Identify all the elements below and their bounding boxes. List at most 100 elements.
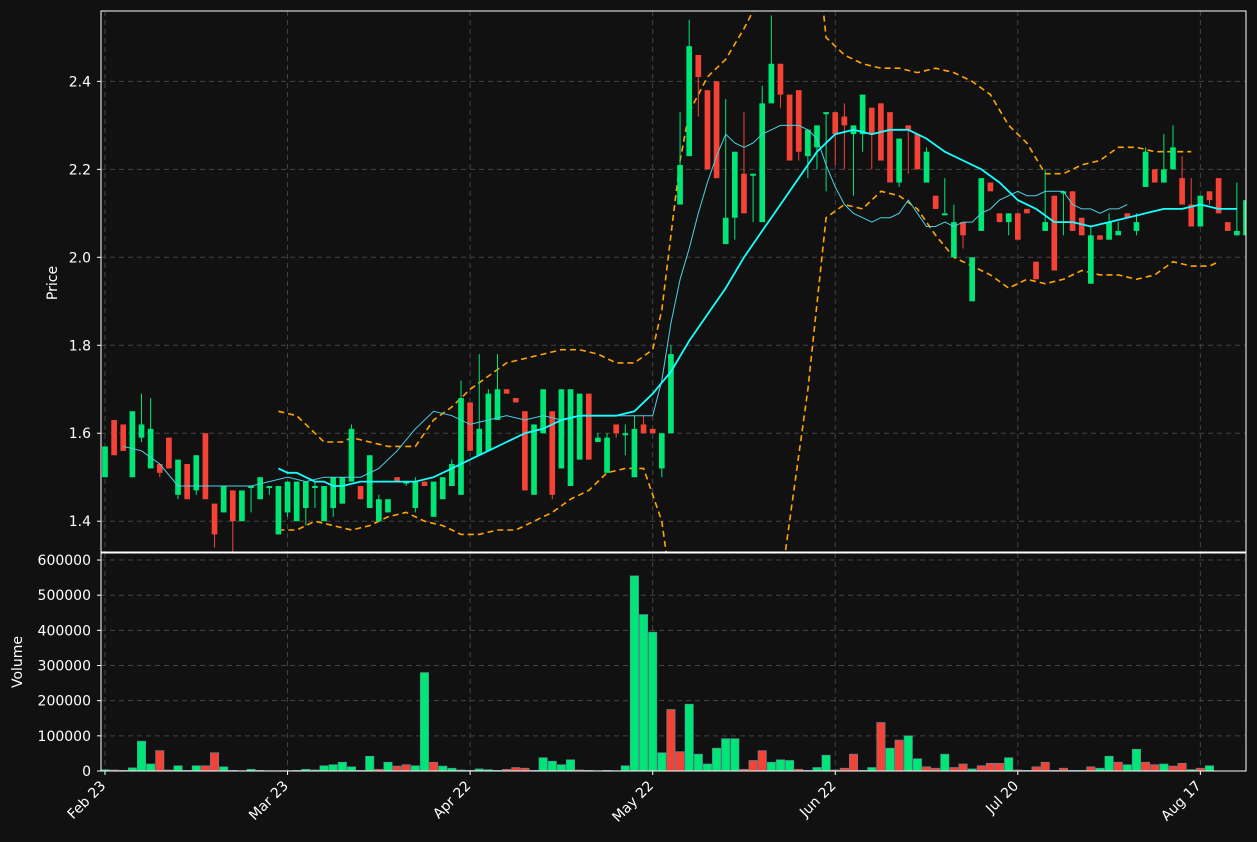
volume-bar (885, 747, 895, 772)
candle-body (302, 481, 309, 509)
candle-body (376, 499, 382, 522)
volume-bar (1031, 766, 1041, 772)
candle-body (357, 486, 364, 500)
candle-body (969, 257, 975, 302)
candle-body (896, 138, 902, 183)
candle-body (503, 389, 510, 394)
volume-bar (995, 762, 1005, 772)
candle-body (312, 486, 318, 489)
volume-bar (137, 740, 147, 772)
candle-body (348, 428, 355, 482)
candle-body (1206, 191, 1213, 201)
candle-body (960, 222, 966, 236)
candle-body (1142, 151, 1149, 187)
candle-body (987, 182, 994, 192)
candle-body (750, 173, 756, 176)
candle-body (859, 94, 866, 135)
candle-body (759, 103, 766, 223)
volume-bar (620, 765, 630, 772)
candle-body (923, 151, 930, 183)
volume-bar (1177, 762, 1187, 772)
volume-bar (976, 765, 986, 772)
candle-body (640, 424, 647, 434)
volume-bar (511, 767, 521, 772)
candle-body (695, 54, 702, 77)
candle-body (522, 411, 528, 491)
volume-bar (392, 765, 402, 772)
volume-bar (191, 765, 201, 772)
candle-body (996, 213, 1003, 223)
candle-body (795, 90, 802, 152)
volume-tick-label: 400000 (38, 623, 91, 639)
candle-body (932, 195, 939, 209)
candle-body (1069, 191, 1076, 231)
volume-bar (383, 761, 393, 772)
volume-bar (1159, 763, 1169, 772)
candle-body (1051, 195, 1058, 271)
candle-body (805, 129, 811, 157)
volume-bar (419, 672, 429, 772)
candle-body (531, 424, 537, 495)
candle-body (786, 94, 793, 161)
price-axis-label: Price (45, 266, 61, 300)
candle-body (658, 433, 665, 469)
volume-bar (337, 761, 347, 772)
candle-body (467, 402, 473, 451)
volume-bar (319, 765, 329, 772)
candle-body (1106, 222, 1112, 240)
volume-bar (648, 631, 658, 772)
candle-body (1179, 178, 1185, 205)
candle-body (595, 437, 601, 443)
volume-bar (666, 709, 676, 772)
candle-body (604, 437, 610, 473)
volume-bar (949, 767, 959, 772)
volume-bar (748, 760, 758, 772)
volume-bar (721, 738, 731, 772)
candle-body (166, 437, 172, 469)
volume-bar (410, 765, 420, 772)
candle-body (558, 389, 565, 469)
volume-bar (438, 765, 448, 772)
candle-body (704, 90, 711, 170)
volume-bar (985, 762, 995, 772)
volume-bar (757, 750, 767, 772)
volume-bar (639, 614, 649, 772)
volume-bar (903, 735, 913, 772)
candle-body (284, 481, 291, 513)
candle-body (613, 424, 619, 434)
candle-body (686, 46, 693, 157)
candle-body (129, 411, 136, 478)
candle-body (293, 481, 300, 522)
candle-body (1115, 230, 1122, 236)
volume-bar (173, 765, 183, 772)
candle-body (1005, 213, 1012, 223)
volume-bar (812, 767, 822, 772)
volume-bar (922, 766, 932, 772)
volume-bar (766, 761, 776, 772)
candle-body (631, 428, 638, 478)
volume-tick-label: 600000 (38, 553, 91, 569)
candle-body (111, 420, 117, 456)
candle-body (421, 481, 428, 487)
volume-bar (1168, 765, 1178, 772)
candle-body (458, 398, 464, 495)
candle-body (887, 112, 893, 183)
volume-bar (712, 747, 722, 772)
candle-body (239, 490, 245, 522)
candle-body (978, 178, 985, 231)
candle-body (102, 446, 108, 478)
candle-body (321, 486, 327, 522)
price-tick-label: 1.4 (69, 514, 91, 530)
volume-bar (1040, 761, 1050, 772)
volume-bar (702, 763, 712, 772)
candle-body (1151, 169, 1158, 183)
candle-body (1078, 217, 1085, 236)
volume-bar (876, 722, 886, 772)
chart-background (0, 0, 1257, 842)
volume-bar (675, 751, 685, 772)
volume-tick-label: 500000 (38, 588, 91, 604)
candle-body (540, 389, 546, 434)
volume-bar (730, 738, 740, 772)
candle-body (677, 164, 683, 205)
volume-bar (1113, 761, 1123, 772)
